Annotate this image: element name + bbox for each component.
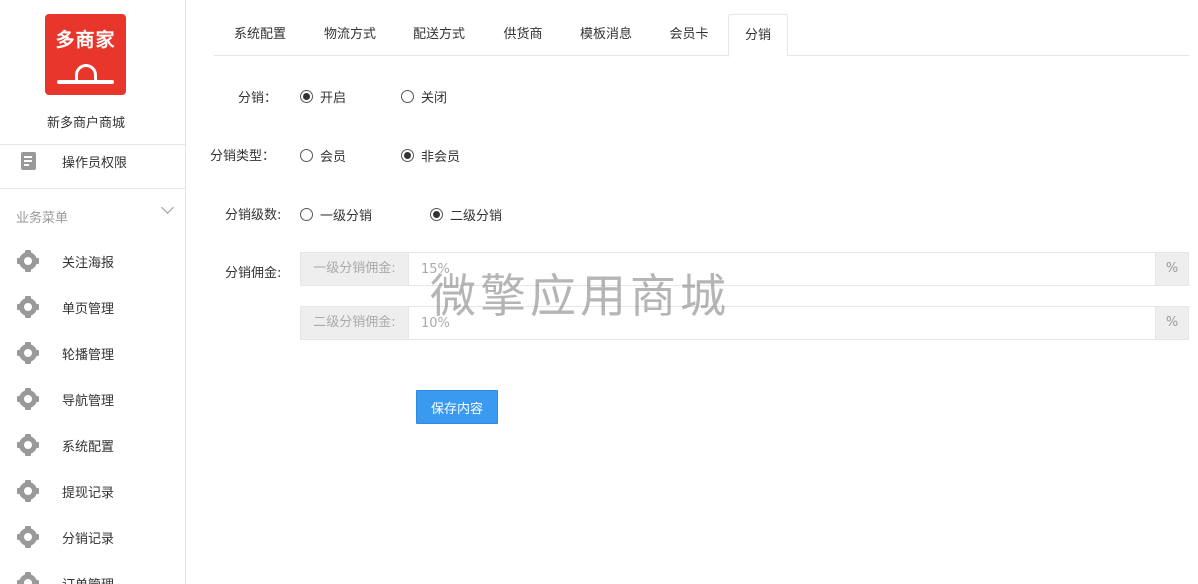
sidebar-item-label: 提现记录 [62, 485, 115, 501]
sidebar-item-system-config[interactable]: 系统配置 [0, 422, 185, 468]
sidebar-item-label: 分销记录 [62, 531, 115, 547]
distribution-type-label: 分销类型： [210, 149, 276, 164]
shopping-bag-icon [75, 64, 97, 81]
sidebar-item-label: 订单管理 [62, 574, 114, 584]
radio-circle[interactable] [430, 208, 443, 221]
save-button[interactable]: 保存内容 [416, 390, 498, 424]
sidebar-item-label: 轮播管理 [62, 347, 115, 363]
distribution-off-radio[interactable]: 关闭 [401, 87, 447, 106]
percent-suffix: % [1155, 307, 1188, 339]
commission-label: 分销佣金: [225, 266, 282, 281]
business-menu-header[interactable]: 业务菜单 [0, 188, 185, 238]
sidebar-item-navigation[interactable]: 导航管理 [0, 376, 185, 422]
radio-circle[interactable] [401, 90, 414, 103]
tab-logistics[interactable]: 物流方式 [306, 14, 394, 56]
percent-suffix: % [1155, 253, 1188, 285]
tab-system-config[interactable]: 系统配置 [214, 14, 306, 56]
section-label: 业务菜单 [16, 211, 69, 226]
gear-icon [17, 342, 39, 364]
radio-label: 非会员 [421, 150, 461, 165]
sidebar-item-label: 操作员权限 [62, 155, 128, 171]
level1-commission-input[interactable] [409, 253, 1155, 285]
gear-icon [17, 526, 39, 548]
tab-member-card[interactable]: 会员卡 [650, 14, 728, 56]
gear-icon [17, 296, 39, 318]
sidebar-item-label: 关注海报 [62, 255, 115, 271]
gear-icon [17, 572, 39, 584]
chevron-down-icon [161, 201, 174, 214]
radio-circle[interactable] [300, 90, 313, 103]
sidebar-item-carousel[interactable]: 轮播管理 [0, 330, 185, 376]
sidebar-item-label: 系统配置 [62, 439, 115, 455]
shop-name: 新多商户商城 [46, 116, 125, 131]
sidebar-item-label: 单页管理 [62, 301, 115, 317]
tab-distribution[interactable]: 分销 [728, 14, 788, 57]
sidebar-item-withdraw-records[interactable]: 提现记录 [0, 468, 185, 514]
distribution-on-radio[interactable]: 开启 [300, 87, 346, 106]
radio-label: 开启 [320, 91, 347, 106]
distribution-levels-label: 分销级数: [225, 208, 282, 223]
radio-label: 会员 [320, 150, 347, 165]
sidebar-item-single-page[interactable]: 单页管理 [0, 284, 185, 330]
gear-icon [17, 388, 39, 410]
level2-commission-input[interactable] [409, 307, 1155, 339]
level1-commission-addon: 一级分销佣金: [301, 253, 409, 285]
radio-circle[interactable] [300, 149, 313, 162]
level-two-radio[interactable]: 二级分销 [430, 205, 502, 224]
gear-icon [17, 434, 39, 456]
document-edit-icon [18, 151, 38, 171]
tab-delivery[interactable]: 配送方式 [394, 14, 484, 56]
level2-commission-addon: 二级分销佣金: [301, 307, 409, 339]
logo-text: 多商家 [55, 29, 116, 51]
type-non-member-radio[interactable]: 非会员 [401, 146, 460, 165]
logo-base [57, 80, 114, 84]
distribution-label: 分销： [238, 91, 278, 106]
radio-label: 一级分销 [320, 209, 373, 224]
gear-icon [17, 480, 39, 502]
tab-supplier[interactable]: 供货商 [484, 14, 562, 56]
settings-tabs: 系统配置 物流方式 配送方式 供货商 模板消息 会员卡 分销 [214, 14, 1189, 57]
radio-circle[interactable] [401, 149, 414, 162]
sidebar-item-operator-permissions[interactable]: 操作员权限 [0, 138, 185, 184]
sidebar-item-label: 导航管理 [62, 393, 115, 409]
radio-label: 二级分销 [450, 209, 503, 224]
shop-logo[interactable]: 多商家 [45, 14, 126, 95]
level-one-radio[interactable]: 一级分销 [300, 205, 372, 224]
level1-commission-group: 一级分销佣金: % [300, 252, 1189, 286]
tab-template-message[interactable]: 模板消息 [562, 14, 650, 56]
level2-commission-group: 二级分销佣金: % [300, 306, 1189, 340]
radio-label: 关闭 [421, 91, 448, 106]
type-member-radio[interactable]: 会员 [300, 146, 346, 165]
sidebar-item-order-management[interactable]: 订单管理 [0, 560, 185, 584]
sidebar-item-distribution-records[interactable]: 分销记录 [0, 514, 185, 560]
logo-area: 多商家 新多商户商城 [0, 0, 185, 145]
sidebar: 多商家 新多商户商城 操作员权限 业务菜单 关注海报 单页管理 轮播管理 导航管… [0, 0, 186, 584]
radio-circle[interactable] [300, 208, 313, 221]
gear-icon [17, 250, 39, 272]
sidebar-item-follow-poster[interactable]: 关注海报 [0, 238, 185, 284]
